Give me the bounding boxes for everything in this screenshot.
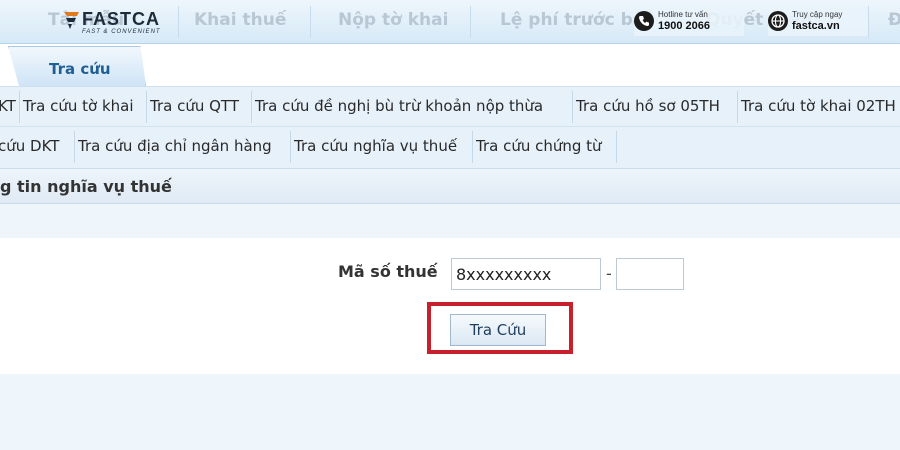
phone-icon (634, 11, 654, 31)
section-header: g tin nghĩa vụ thuế (0, 168, 900, 204)
logo-name: FASTCA (82, 9, 160, 29)
tab-tra-cuu-label: Tra cứu (49, 60, 111, 78)
submenu-divider (290, 131, 291, 163)
nav-separator (310, 6, 311, 38)
top-navigation: Tải mẫu Khai thuế Nộp tờ khai Lệ phí trư… (0, 0, 900, 44)
lookup-submenu: KT Tra cứu tờ khai Tra cứu QTT Tra cứu đ… (0, 86, 900, 168)
nav-item-nop-to-khai[interactable]: Nộp tờ khai (338, 10, 448, 30)
nav-item-le-phi-truoc-ba[interactable]: Lệ phí trước bạ (500, 10, 644, 30)
fastca-logo-mark-icon (64, 12, 79, 29)
footer-band (0, 374, 900, 450)
website-contact[interactable]: Truy cập ngay fastca.vn (768, 10, 868, 36)
fastca-logo: FASTCA FAST & CONVENIENT (62, 9, 182, 37)
lookup-form: Mã số thuế - Tra Cứu (0, 238, 900, 374)
submenu-item-tra-cuu-dia-chi-ngan-hang[interactable]: Tra cứu địa chỉ ngân hàng (78, 137, 272, 155)
branch-code-input[interactable] (616, 258, 684, 290)
section-title: g tin nghĩa vụ thuế (0, 177, 172, 196)
submenu-divider (616, 131, 617, 163)
submenu-divider (251, 91, 252, 123)
tax-code-label: Mã số thuế (338, 262, 438, 281)
submenu-item-tra-cuu-nghia-vu-thue[interactable]: Tra cứu nghĩa vụ thuế (294, 137, 457, 155)
nav-item-more[interactable]: Đ (888, 10, 900, 30)
tax-code-separator: - (606, 264, 612, 283)
submenu-item-dkt-partial[interactable]: KT (0, 97, 16, 115)
search-button[interactable]: Tra Cứu (450, 314, 546, 346)
submenu-item-tra-cuu-de-nghi-bu-tru[interactable]: Tra cứu đề nghị bù trừ khoản nộp thừa (255, 97, 543, 115)
submenu-divider (472, 131, 473, 163)
submenu-item-tra-cuu-chung-tu[interactable]: Tra cứu chứng từ (476, 137, 602, 155)
website-url: fastca.vn (792, 20, 840, 32)
website-label: Truy cập ngay (792, 10, 843, 19)
submenu-divider (737, 91, 738, 123)
tax-code-input[interactable] (451, 258, 601, 290)
hotline-contact[interactable]: Hotline tư vấn 1900 2066 (634, 10, 744, 36)
tab-tra-cuu[interactable]: Tra cứu (8, 46, 146, 86)
submenu-row-1: KT Tra cứu tờ khai Tra cứu QTT Tra cứu đ… (0, 87, 900, 127)
submenu-divider (146, 91, 147, 123)
nav-item-khai-thue[interactable]: Khai thuế (194, 10, 286, 30)
submenu-item-tra-cuu-ho-so-05th[interactable]: Tra cứu hồ sơ 05TH (576, 97, 720, 115)
submenu-item-tra-cuu-dkt[interactable]: cứu DKT (0, 137, 59, 155)
submenu-divider (572, 91, 573, 123)
submenu-item-tra-cuu-to-khai-02th[interactable]: Tra cứu tờ khai 02TH (741, 97, 896, 115)
submenu-divider (74, 131, 75, 163)
submenu-row-2: cứu DKT Tra cứu địa chỉ ngân hàng Tra cứ… (0, 127, 900, 167)
tab-strip: Tra cứu (0, 44, 900, 86)
submenu-divider (19, 91, 20, 123)
globe-icon (768, 11, 788, 31)
hotline-label: Hotline tư vấn (658, 10, 708, 19)
logo-tagline: FAST & CONVENIENT (82, 29, 161, 35)
nav-separator (868, 6, 869, 38)
section-spacer (0, 204, 900, 238)
nav-separator (470, 6, 471, 38)
submenu-item-tra-cuu-to-khai[interactable]: Tra cứu tờ khai (23, 97, 134, 115)
submenu-item-tra-cuu-qtt[interactable]: Tra cứu QTT (150, 97, 239, 115)
hotline-number: 1900 2066 (658, 20, 710, 32)
